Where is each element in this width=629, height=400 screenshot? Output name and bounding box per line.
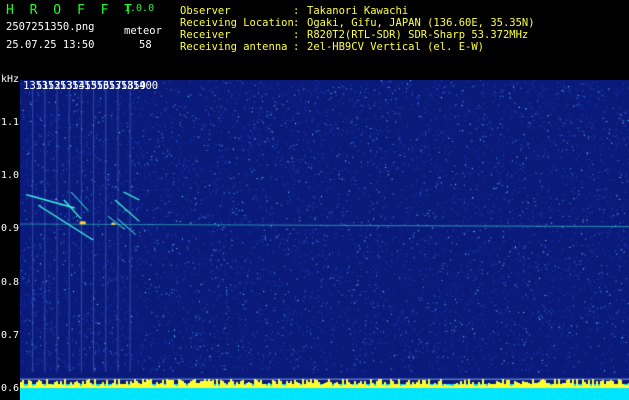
- y-tick: 1.1: [1, 116, 20, 128]
- info-value-observer: Takanori Kawachi: [307, 5, 409, 17]
- info-value-receiver: R820T2(RTL-SDR) SDR-Sharp 53.372MHz: [307, 29, 529, 41]
- app-title: H R O F F T: [6, 3, 137, 18]
- x-tick: 1400: [132, 80, 159, 92]
- info-sep-location: :: [293, 17, 300, 29]
- app-version: 1.0.0: [124, 3, 155, 14]
- info-key-receiver: Receiver: [180, 29, 231, 41]
- y-tick: 0.6: [1, 383, 20, 395]
- spectrogram-canvas: [20, 80, 629, 400]
- y-tick: 1.0: [1, 170, 20, 181]
- y-tick: 0.9: [1, 223, 20, 235]
- file-name: 2507251350.png: [6, 21, 95, 33]
- info-value-location: Ogaki, Gifu, JAPAN (136.60E, 35.35N): [307, 17, 535, 29]
- info-sep-antenna: :: [293, 41, 300, 53]
- y-axis-label: kHz: [1, 74, 20, 85]
- info-key-location: Receiving Location: [180, 17, 294, 29]
- info-sep-observer: :: [293, 5, 300, 17]
- file-datetime: 25.07.25 13:50: [6, 39, 95, 51]
- info-sep-receiver: :: [293, 29, 300, 41]
- y-tick: 0.8: [1, 276, 20, 288]
- info-value-antenna: 2el-HB9CV Vertical (el. E-W): [307, 41, 485, 53]
- meteor-count: 58: [139, 39, 152, 51]
- y-tick: 0.7: [1, 330, 20, 341]
- header-panel: H R O F F T 1.0.0 2507251350.png 25.07.2…: [0, 0, 629, 78]
- info-key-antenna: Receiving antenna: [180, 41, 288, 53]
- y-axis: kHz 1.1 1.0 0.9 0.8 0.7 0.6: [0, 74, 20, 400]
- info-key-observer: Observer: [180, 5, 231, 17]
- meteor-label: meteor: [124, 25, 162, 37]
